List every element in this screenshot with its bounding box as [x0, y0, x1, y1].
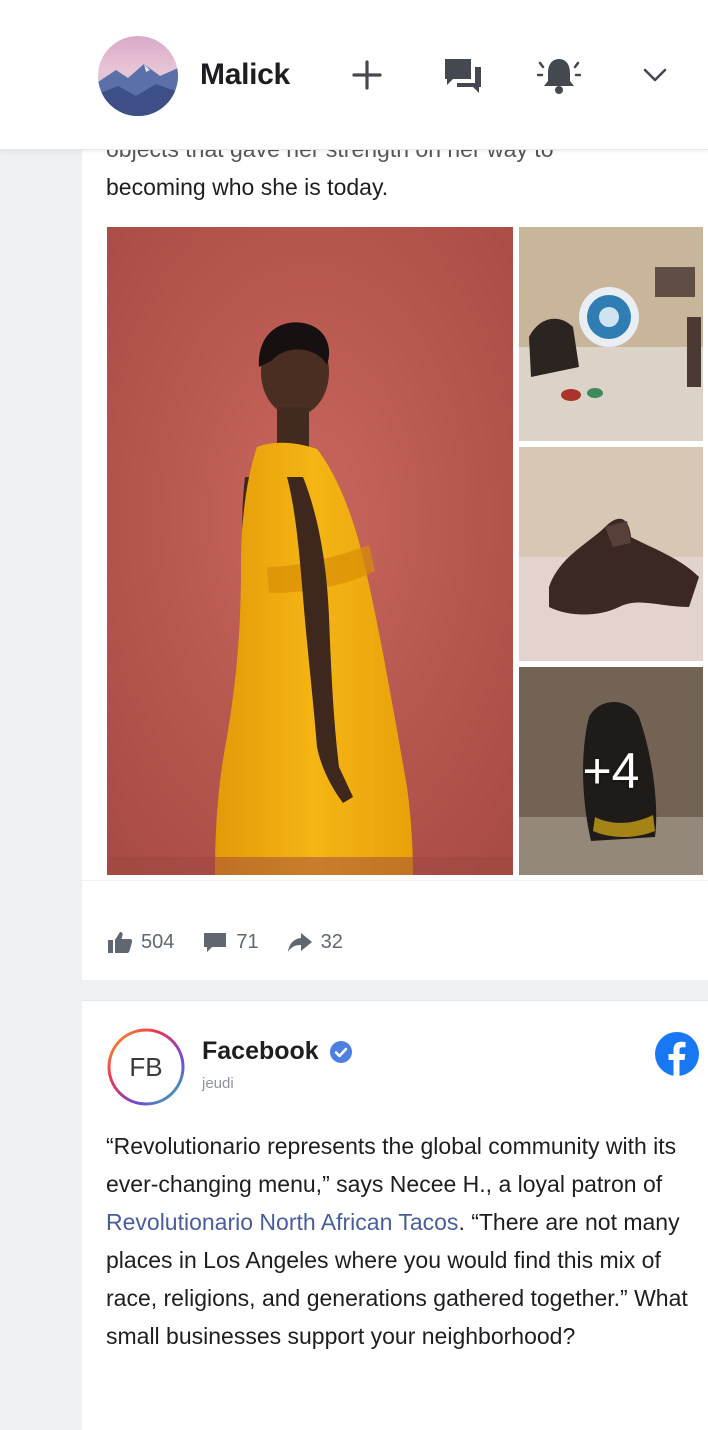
chat-icon [445, 59, 481, 93]
post-text-part: “Revolutionario represents the global co… [106, 1133, 677, 1197]
page-name-text: Facebook [202, 1037, 319, 1065]
post-stats: 504 71 32 [107, 930, 371, 954]
post-date[interactable]: jeudi [202, 1075, 234, 1092]
left-gutter [0, 0, 82, 1430]
post-card: FB Facebook jeudi “Revolutionario repres… [82, 1000, 708, 1430]
account-menu-button[interactable] [630, 50, 680, 100]
business-link[interactable]: Revolutionario North African Tacos [106, 1209, 458, 1235]
post-photo-thumb[interactable] [519, 447, 703, 661]
notifications-button[interactable] [534, 50, 584, 100]
comment-icon [204, 933, 227, 952]
post-photo-main[interactable] [107, 227, 513, 875]
thumbs-up-icon [108, 932, 133, 953]
facebook-logo-icon [654, 1031, 700, 1077]
create-button[interactable] [342, 50, 392, 100]
more-photos-count: +4 [519, 667, 703, 875]
plus-icon [352, 60, 382, 90]
post-photo-more[interactable]: +4 [519, 667, 703, 875]
comment-count-value: 71 [236, 930, 259, 953]
share-icon [287, 933, 312, 952]
page-avatar-text: FB [129, 1052, 162, 1082]
comment-count[interactable]: 71 [202, 930, 259, 954]
bell-icon [537, 59, 581, 94]
post-photo-thumb[interactable] [519, 227, 703, 441]
top-bar: Malick [0, 0, 708, 150]
post-card: objects that gave her strength on her wa… [82, 136, 708, 980]
messenger-button[interactable] [438, 50, 488, 100]
share-count[interactable]: 32 [287, 931, 343, 954]
username[interactable]: Malick [200, 58, 290, 92]
user-avatar[interactable] [98, 36, 178, 116]
post-text: becoming who she is today. [106, 174, 389, 200]
page-avatar[interactable]: FB [106, 1027, 186, 1107]
post-text: “Revolutionario represents the global co… [106, 1127, 706, 1355]
like-count[interactable]: 504 [107, 930, 174, 954]
share-count-value: 32 [320, 930, 343, 953]
page-name[interactable]: Facebook [202, 1037, 353, 1066]
like-count-value: 504 [141, 930, 175, 953]
verified-badge-icon [329, 1040, 352, 1063]
divider [82, 880, 708, 881]
chevron-down-icon [643, 68, 667, 82]
